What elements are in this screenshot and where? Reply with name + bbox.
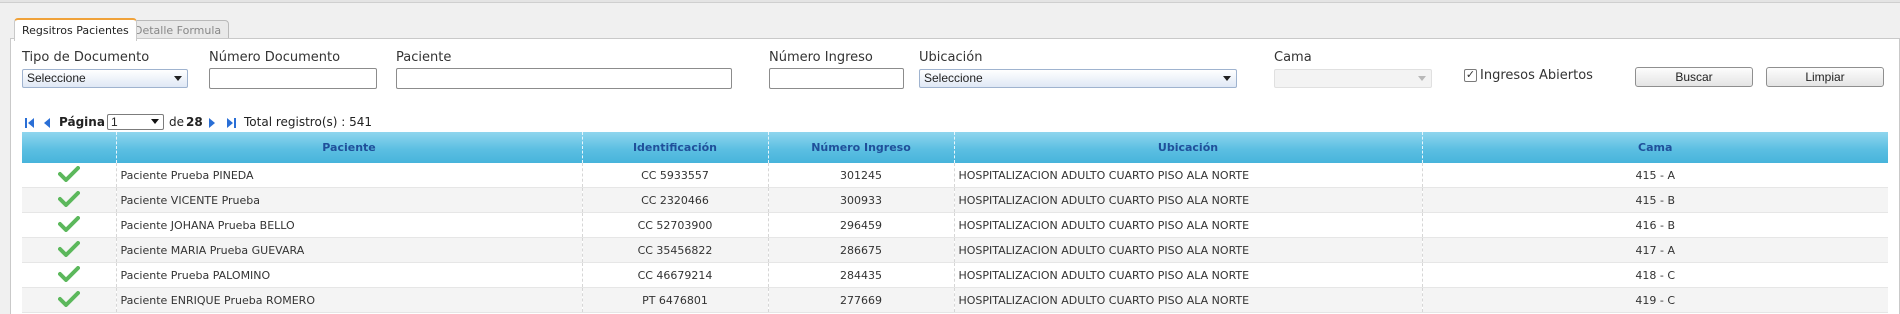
page-select-value: 1 [111,115,118,129]
prev-page-icon[interactable] [42,117,52,129]
de-label: de [169,115,184,129]
ubicacion-cell: HOSPITALIZACION ADULTO CUARTO PISO ALA N… [953,262,1422,288]
ubicacion-label: Ubicación [919,50,983,65]
table-header-row: Paciente Identificación Número Ingreso U… [22,132,1888,163]
identificacion-cell: PT 6476801 [581,287,768,313]
buscar-button[interactable]: Buscar [1635,67,1753,87]
paciente-cell: Paciente VICENTE Prueba [115,187,582,213]
paciente-cell: Paciente Prueba PALOMINO [115,262,582,288]
status-cell [22,212,116,238]
tab-registros-pacientes[interactable]: Regsitros Pacientes [14,18,137,41]
numero-ingreso-input[interactable] [769,68,904,89]
paciente-input[interactable] [396,68,732,89]
status-cell [22,287,116,313]
table-row[interactable]: Paciente JOHANA Prueba BELLO CC 52703900… [22,212,1888,238]
chevron-down-icon [1418,76,1426,81]
numero-documento-input[interactable] [209,68,377,89]
checkmark-icon: ✓ [1465,69,1476,81]
check-icon [57,190,80,207]
numero-ingreso-cell: 301245 [767,163,954,188]
total-pages: 28 [186,115,203,129]
paciente-cell: Paciente ENRIQUE Prueba ROMERO [115,287,582,313]
column-header-status [22,132,116,163]
status-cell [22,187,116,213]
cama-select[interactable] [1274,69,1432,88]
column-header-ubicacion[interactable]: Ubicación [953,132,1422,163]
ubicacion-cell: HOSPITALIZACION ADULTO CUARTO PISO ALA N… [953,212,1422,238]
cama-label: Cama [1274,50,1312,65]
ubicacion-cell: HOSPITALIZACION ADULTO CUARTO PISO ALA N… [953,187,1422,213]
identificacion-cell: CC 52703900 [581,212,768,238]
status-cell [22,262,116,288]
column-header-identificacion[interactable]: Identificación [581,132,768,163]
numero-ingreso-label: Número Ingreso [769,50,873,65]
tab-detalle-formula[interactable]: Detalle Formula [126,20,230,40]
cama-cell: 419 - C [1421,287,1888,313]
tipo-documento-label: Tipo de Documento [22,50,150,65]
total-records: Total registro(s) : 541 [244,115,373,129]
ubicacion-cell: HOSPITALIZACION ADULTO CUARTO PISO ALA N… [953,287,1422,313]
check-icon [57,265,80,282]
tipo-documento-value: Seleccione [27,71,86,85]
patients-table: Paciente Identificación Número Ingreso U… [22,132,1888,313]
chevron-down-icon [151,119,159,124]
limpiar-button[interactable]: Limpiar [1766,67,1884,87]
ingresos-abiertos-label: Ingresos Abiertos [1480,68,1593,83]
next-page-icon[interactable] [207,117,217,129]
identificacion-cell: CC 5933557 [581,163,768,188]
ubicacion-cell: HOSPITALIZACION ADULTO CUARTO PISO ALA N… [953,163,1422,188]
table-row[interactable]: Paciente Prueba PINEDA CC 5933557 301245… [22,163,1888,188]
paciente-cell: Paciente Prueba PINEDA [115,163,582,188]
cama-cell: 415 - A [1421,163,1888,188]
check-icon [57,165,80,182]
ubicacion-select[interactable]: Seleccione [919,69,1237,88]
ubicacion-value: Seleccione [924,71,983,85]
top-strip [0,0,1900,3]
table-row[interactable]: Paciente MARIA Prueba GUEVARA CC 3545682… [22,237,1888,263]
check-icon [57,290,80,307]
column-header-numero-ingreso[interactable]: Número Ingreso [767,132,954,163]
cama-cell: 417 - A [1421,237,1888,263]
tipo-documento-select[interactable]: Seleccione [22,69,188,88]
chevron-down-icon [1223,76,1231,81]
numero-documento-label: Número Documento [209,50,341,65]
numero-ingreso-cell: 286675 [767,237,954,263]
chevron-down-icon [174,76,182,81]
cama-cell: 416 - B [1421,212,1888,238]
cama-cell: 418 - C [1421,262,1888,288]
first-page-icon[interactable] [25,117,35,129]
column-header-paciente[interactable]: Paciente [115,132,582,163]
paciente-cell: Paciente JOHANA Prueba BELLO [115,212,582,238]
status-cell [22,163,116,188]
numero-ingreso-cell: 296459 [767,212,954,238]
numero-ingreso-cell: 284435 [767,262,954,288]
pagina-label: Página [59,115,105,129]
identificacion-cell: CC 2320466 [581,187,768,213]
cama-cell: 415 - B [1421,187,1888,213]
last-page-icon[interactable] [226,117,236,129]
paciente-label: Paciente [396,50,452,65]
table-row[interactable]: Paciente VICENTE Prueba CC 2320466 30093… [22,187,1888,213]
numero-ingreso-cell: 300933 [767,187,954,213]
table-row[interactable]: Paciente ENRIQUE Prueba ROMERO PT 647680… [22,287,1888,313]
numero-ingreso-cell: 277669 [767,287,954,313]
paciente-cell: Paciente MARIA Prueba GUEVARA [115,237,582,263]
identificacion-cell: CC 35456822 [581,237,768,263]
check-icon [57,240,80,257]
identificacion-cell: CC 46679214 [581,262,768,288]
ubicacion-cell: HOSPITALIZACION ADULTO CUARTO PISO ALA N… [953,237,1422,263]
table-row[interactable]: Paciente Prueba PALOMINO CC 46679214 284… [22,262,1888,288]
column-header-cama[interactable]: Cama [1421,132,1888,163]
page-select[interactable]: 1 [107,114,164,130]
ingresos-abiertos-checkbox[interactable]: ✓ [1464,69,1477,82]
check-icon [57,215,80,232]
status-cell [22,237,116,263]
